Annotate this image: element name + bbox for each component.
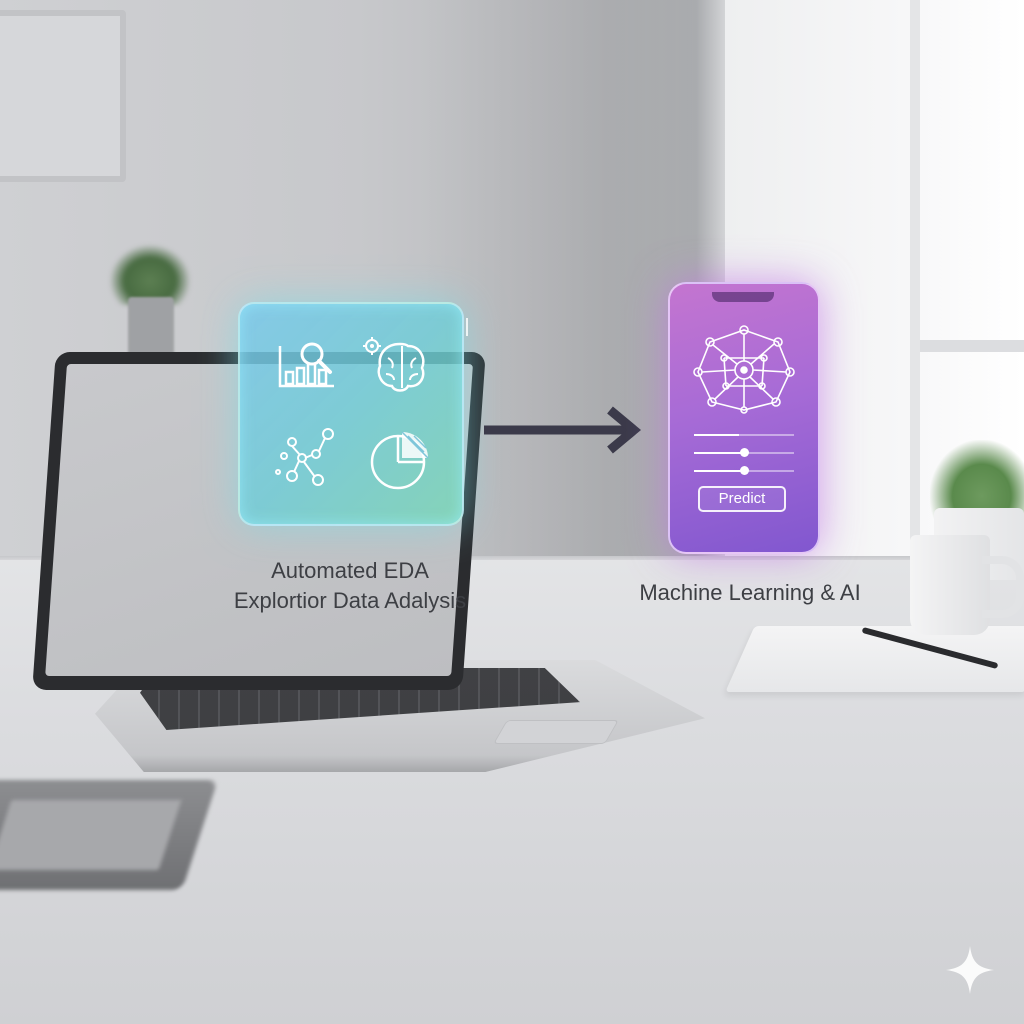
parameter-slider[interactable]: [694, 428, 794, 442]
eda-caption: Automated EDA Explortior Data Adalysis: [200, 556, 500, 616]
wall-picture-frame: [0, 10, 126, 182]
sparkle-icon: [946, 946, 994, 994]
parameter-slider[interactable]: [694, 446, 794, 460]
slider-group: [694, 428, 794, 482]
laptop-trackpad: [493, 720, 619, 744]
tablet-screen: [0, 800, 182, 870]
panel-bracket: [466, 318, 468, 336]
predict-button[interactable]: Predict: [698, 486, 786, 512]
arrow-right-icon: [484, 406, 642, 454]
mug-handle: [982, 556, 1024, 618]
bar-chart-magnifier-icon: [276, 340, 340, 390]
pie-chart-icon: [368, 428, 432, 492]
potted-plant-left: [110, 245, 190, 357]
window-frame: [910, 0, 920, 560]
plant-leaves: [110, 245, 190, 305]
eda-panel: [238, 302, 464, 526]
parameter-slider[interactable]: [694, 464, 794, 478]
ml-caption: Machine Learning & AI: [639, 580, 861, 605]
neural-network-icon: [693, 325, 795, 414]
window-frame-rail: [920, 340, 1024, 352]
brain-gear-icon: [362, 334, 432, 398]
scatter-network-icon: [270, 422, 342, 492]
plant-pot: [128, 297, 174, 357]
eda-title: Automated EDA: [271, 558, 429, 583]
ml-phone: Predict: [668, 282, 820, 554]
coffee-mug: [910, 535, 990, 635]
slider-knob[interactable]: [740, 466, 749, 475]
phone-notch: [712, 292, 774, 302]
slider-knob[interactable]: [740, 448, 749, 457]
eda-subtitle: Explortior Data Adalysis: [233, 588, 467, 613]
scene: Automated EDA Explortior Data Adalysis P…: [0, 0, 1024, 1024]
